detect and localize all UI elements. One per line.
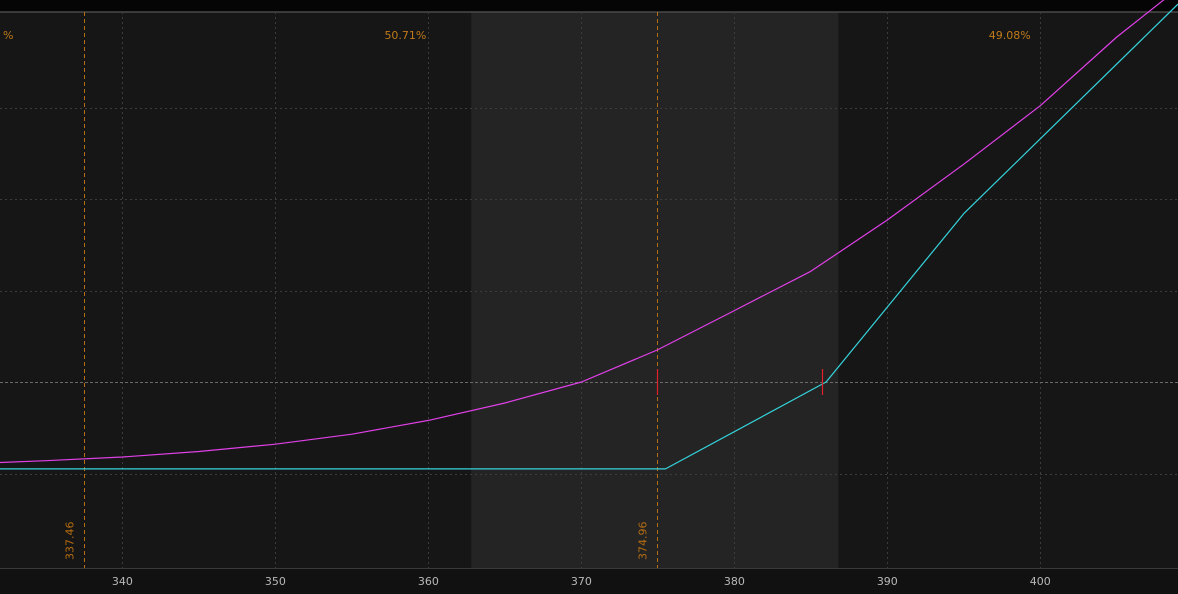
- x-tick-label: 340: [112, 575, 133, 588]
- probability-label: 50.71%: [384, 29, 426, 42]
- x-tick-label: 380: [724, 575, 745, 588]
- price-marker-label: 337.46: [64, 522, 77, 561]
- x-tick-label: 370: [571, 575, 592, 588]
- x-tick-label: 360: [418, 575, 439, 588]
- chart-svg: 337.46 374.96 340 350 360 370 380 390 400% 50.71%…: [0, 0, 1178, 594]
- x-tick-label: 350: [265, 575, 286, 588]
- probability-label: %: [3, 29, 13, 42]
- x-tick-label: 400: [1030, 575, 1051, 588]
- expected-range-band: [471, 12, 839, 568]
- probability-label: 49.08%: [989, 29, 1031, 42]
- top-header-bar: [0, 0, 1178, 12]
- price-marker-label: 374.96: [637, 522, 650, 561]
- x-tick-label: 390: [877, 575, 898, 588]
- risk-profile-chart: 337.46 374.96 340 350 360 370 380 390 400% 50.71%…: [0, 0, 1178, 594]
